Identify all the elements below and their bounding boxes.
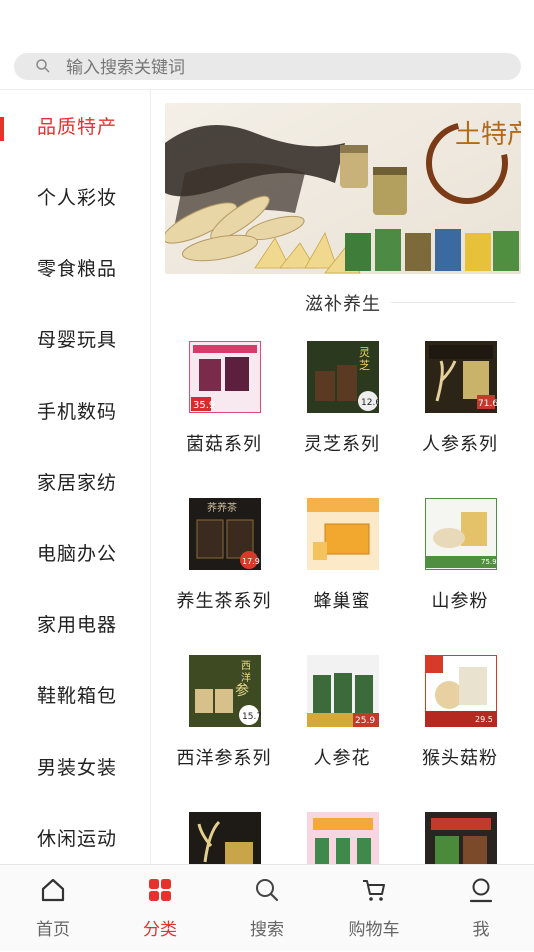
category-sidebar: 品质特产 个人彩妆 零食粮品 母婴玩具 手机数码 家居家纺 电脑办公 家用电器 … bbox=[0, 90, 151, 864]
tab-label: 购物车 bbox=[348, 920, 400, 940]
sidebar-item-office[interactable]: 电脑办公 bbox=[0, 529, 150, 579]
product-tile[interactable]: 35.9 菌菇系列 bbox=[165, 341, 283, 481]
home-icon bbox=[41, 878, 65, 902]
product-image: 35.9 bbox=[189, 341, 261, 413]
tab-me[interactable]: 我 bbox=[441, 865, 521, 951]
product-label: 蜂巢蜜 bbox=[313, 591, 371, 612]
product-tile[interactable]: 西洋 参 15.7 西洋参系列 bbox=[165, 655, 283, 795]
svg-text:荞养茶: 荞养茶 bbox=[207, 501, 237, 514]
product-label: 人参系列 bbox=[422, 434, 498, 455]
product-image: 荞养茶 17.9 bbox=[189, 498, 261, 570]
category-icon bbox=[149, 879, 171, 901]
product-label: 菌菇系列 bbox=[186, 434, 262, 455]
sidebar-item-specialty[interactable]: 品质特产 bbox=[0, 102, 150, 152]
sidebar-item-home-textile[interactable]: 家居家纺 bbox=[0, 458, 150, 508]
svg-text:西: 西 bbox=[241, 661, 251, 672]
product-image: 29.5 bbox=[425, 655, 497, 727]
product-label: 灵芝系列 bbox=[304, 434, 380, 455]
product-tile[interactable]: 灵芝 12.6 灵芝系列 bbox=[283, 341, 401, 481]
svg-text:12.6: 12.6 bbox=[361, 398, 379, 408]
bottom-tab-bar: 首页 分类 搜索 购物车 我 bbox=[0, 864, 534, 951]
tab-cart[interactable]: 购物车 bbox=[334, 865, 414, 951]
product-image: 西洋 参 15.7 bbox=[189, 655, 261, 727]
tab-home[interactable]: 首页 bbox=[13, 865, 93, 951]
search-input[interactable]: 输入搜索关键词 bbox=[66, 53, 185, 80]
svg-text:35.9: 35.9 bbox=[193, 400, 215, 411]
sidebar-item-shoes-bags[interactable]: 鞋靴箱包 bbox=[0, 671, 150, 721]
sidebar-item-cosmetics[interactable]: 个人彩妆 bbox=[0, 173, 150, 223]
product-tile[interactable]: 荞养茶 17.9 养生茶系列 bbox=[165, 498, 283, 638]
svg-text:参: 参 bbox=[235, 682, 249, 699]
user-icon bbox=[469, 878, 493, 903]
sidebar-item-apparel[interactable]: 男装女装 bbox=[0, 743, 150, 793]
category-banner[interactable]: 土特产 bbox=[165, 103, 521, 274]
product-tile[interactable]: 71.6 人参系列 bbox=[401, 341, 519, 481]
svg-text:29.5: 29.5 bbox=[475, 715, 493, 724]
sidebar-item-baby-toys[interactable]: 母婴玩具 bbox=[0, 315, 150, 365]
tab-search[interactable]: 搜索 bbox=[227, 865, 307, 951]
search-bar[interactable]: 输入搜索关键词 bbox=[14, 53, 521, 80]
sidebar-item-sports[interactable]: 休闲运动 bbox=[0, 814, 150, 864]
section-title: 滋补养生 bbox=[305, 294, 381, 315]
product-image: 灵芝 12.6 bbox=[307, 341, 379, 413]
product-tile[interactable]: 蜂巢蜜 bbox=[283, 498, 401, 638]
search-icon bbox=[256, 879, 279, 902]
sidebar-item-appliances[interactable]: 家用电器 bbox=[0, 600, 150, 650]
product-label: 猴头菇粉 bbox=[422, 748, 498, 769]
section-divider bbox=[391, 302, 515, 303]
product-label: 西洋参系列 bbox=[176, 748, 272, 769]
svg-text:71.6: 71.6 bbox=[478, 399, 497, 409]
svg-text:25.9: 25.9 bbox=[355, 716, 375, 726]
svg-text:15.7: 15.7 bbox=[242, 712, 261, 722]
product-label: 养生茶系列 bbox=[176, 591, 272, 612]
tab-label: 搜索 bbox=[250, 920, 284, 940]
product-image bbox=[307, 498, 379, 570]
product-tile[interactable]: 29.5 猴头菇粉 bbox=[401, 655, 519, 795]
product-label: 人参花 bbox=[313, 748, 371, 769]
sidebar-item-snacks[interactable]: 零食粮品 bbox=[0, 244, 150, 294]
product-image: 75.9 bbox=[425, 498, 497, 570]
svg-text:芝: 芝 bbox=[359, 359, 370, 372]
product-tile[interactable]: 25.9 人参花 bbox=[283, 655, 401, 795]
banner-image: 土特产 bbox=[165, 103, 521, 274]
product-image: 71.6 bbox=[425, 341, 497, 413]
product-label: 山参粉 bbox=[431, 591, 489, 612]
product-tile[interactable]: 75.9 山参粉 bbox=[401, 498, 519, 638]
section-header: 滋补养生 bbox=[165, 290, 521, 316]
svg-text:75.9: 75.9 bbox=[481, 558, 497, 566]
tab-label: 我 bbox=[472, 920, 490, 940]
sidebar-item-digital[interactable]: 手机数码 bbox=[0, 387, 150, 437]
tab-label: 首页 bbox=[36, 920, 70, 940]
svg-text:灵: 灵 bbox=[359, 346, 370, 359]
cart-icon bbox=[363, 880, 385, 901]
tab-label: 分类 bbox=[143, 920, 177, 940]
banner-title: 土特产 bbox=[455, 120, 521, 149]
svg-text:17.9: 17.9 bbox=[242, 557, 260, 566]
product-image: 25.9 bbox=[307, 655, 379, 727]
tab-category[interactable]: 分类 bbox=[120, 865, 200, 951]
search-icon bbox=[36, 59, 50, 73]
